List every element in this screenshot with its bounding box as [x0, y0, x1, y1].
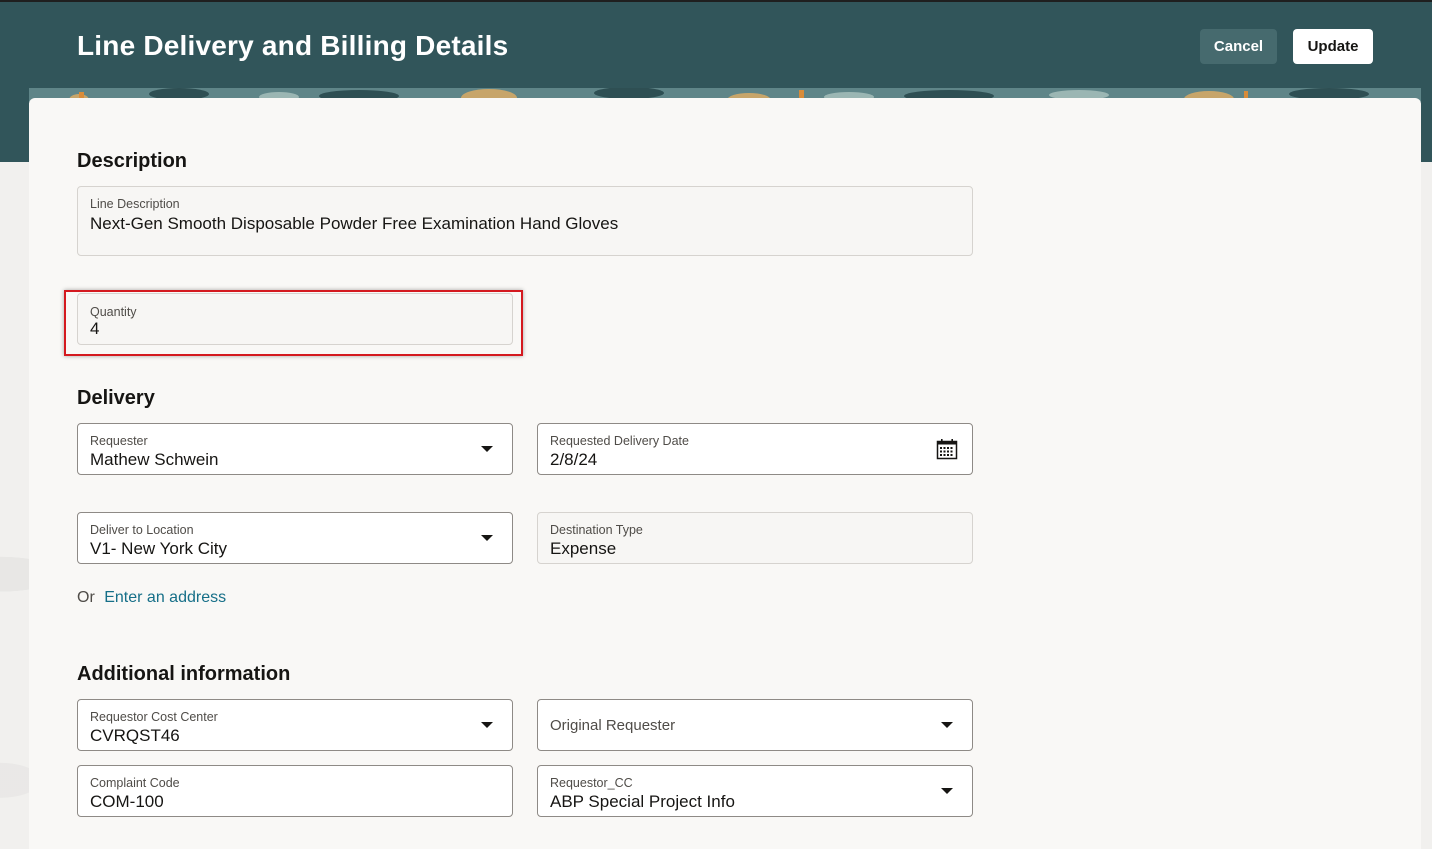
deliver-to-location-select[interactable]: Deliver to Location V1- New York City: [77, 512, 513, 564]
quantity-field[interactable]: Quantity 4: [77, 293, 513, 345]
requestor-cc-label: Requestor_CC: [550, 776, 633, 790]
deliver-to-location-label: Deliver to Location: [90, 523, 194, 537]
original-requester-select[interactable]: Original Requester: [537, 699, 973, 751]
section-title-description: Description: [77, 150, 188, 172]
cancel-button[interactable]: Cancel: [1200, 29, 1277, 64]
original-requester-placeholder: Original Requester: [550, 717, 676, 734]
line-description-field[interactable]: Line Description Next-Gen Smooth Disposa…: [77, 186, 973, 256]
page-title: Line Delivery and Billing Details: [77, 30, 509, 61]
requestor-cost-center-value: CVRQST46: [90, 726, 180, 745]
calendar-icon[interactable]: [936, 438, 958, 460]
line-description-label: Line Description: [90, 197, 180, 211]
requestor-cost-center-select[interactable]: Requestor Cost Center CVRQST46: [77, 699, 513, 751]
section-title-delivery: Delivery: [77, 387, 155, 409]
requestor-cc-select[interactable]: Requestor_CC ABP Special Project Info: [537, 765, 973, 817]
complaint-code-label: Complaint Code: [90, 776, 180, 790]
quantity-value: 4: [90, 319, 100, 338]
section-title-additional-information: Additional information: [77, 663, 291, 685]
chevron-down-icon[interactable]: [481, 535, 493, 541]
requester-value: Mathew Schwein: [90, 450, 219, 469]
enter-address-row: Or Enter an address: [77, 589, 226, 607]
chevron-down-icon[interactable]: [941, 722, 953, 728]
chevron-down-icon[interactable]: [481, 722, 493, 728]
requester-select[interactable]: Requester Mathew Schwein: [77, 423, 513, 475]
destination-type-label: Destination Type: [550, 523, 643, 537]
complaint-code-field[interactable]: Complaint Code COM-100: [77, 765, 513, 817]
deliver-to-location-value: V1- New York City: [90, 539, 227, 558]
update-button[interactable]: Update: [1293, 29, 1373, 64]
requested-delivery-date-value: 2/8/24: [550, 450, 598, 469]
destination-type-field: Destination Type Expense: [537, 512, 973, 564]
requested-delivery-date-field[interactable]: Requested Delivery Date 2/8/24: [537, 423, 973, 475]
requester-label: Requester: [90, 434, 148, 448]
chevron-down-icon[interactable]: [481, 446, 493, 452]
requested-delivery-date-label: Requested Delivery Date: [550, 434, 689, 448]
enter-address-link[interactable]: Enter an address: [104, 589, 226, 606]
complaint-code-value: COM-100: [90, 792, 164, 811]
quantity-label: Quantity: [90, 305, 137, 319]
line-description-value: Next-Gen Smooth Disposable Powder Free E…: [90, 214, 619, 233]
chevron-down-icon[interactable]: [941, 788, 953, 794]
or-text: Or: [77, 589, 95, 606]
destination-type-value: Expense: [550, 539, 617, 558]
requestor-cc-value: ABP Special Project Info: [550, 792, 735, 811]
requestor-cost-center-label: Requestor Cost Center: [90, 710, 218, 724]
